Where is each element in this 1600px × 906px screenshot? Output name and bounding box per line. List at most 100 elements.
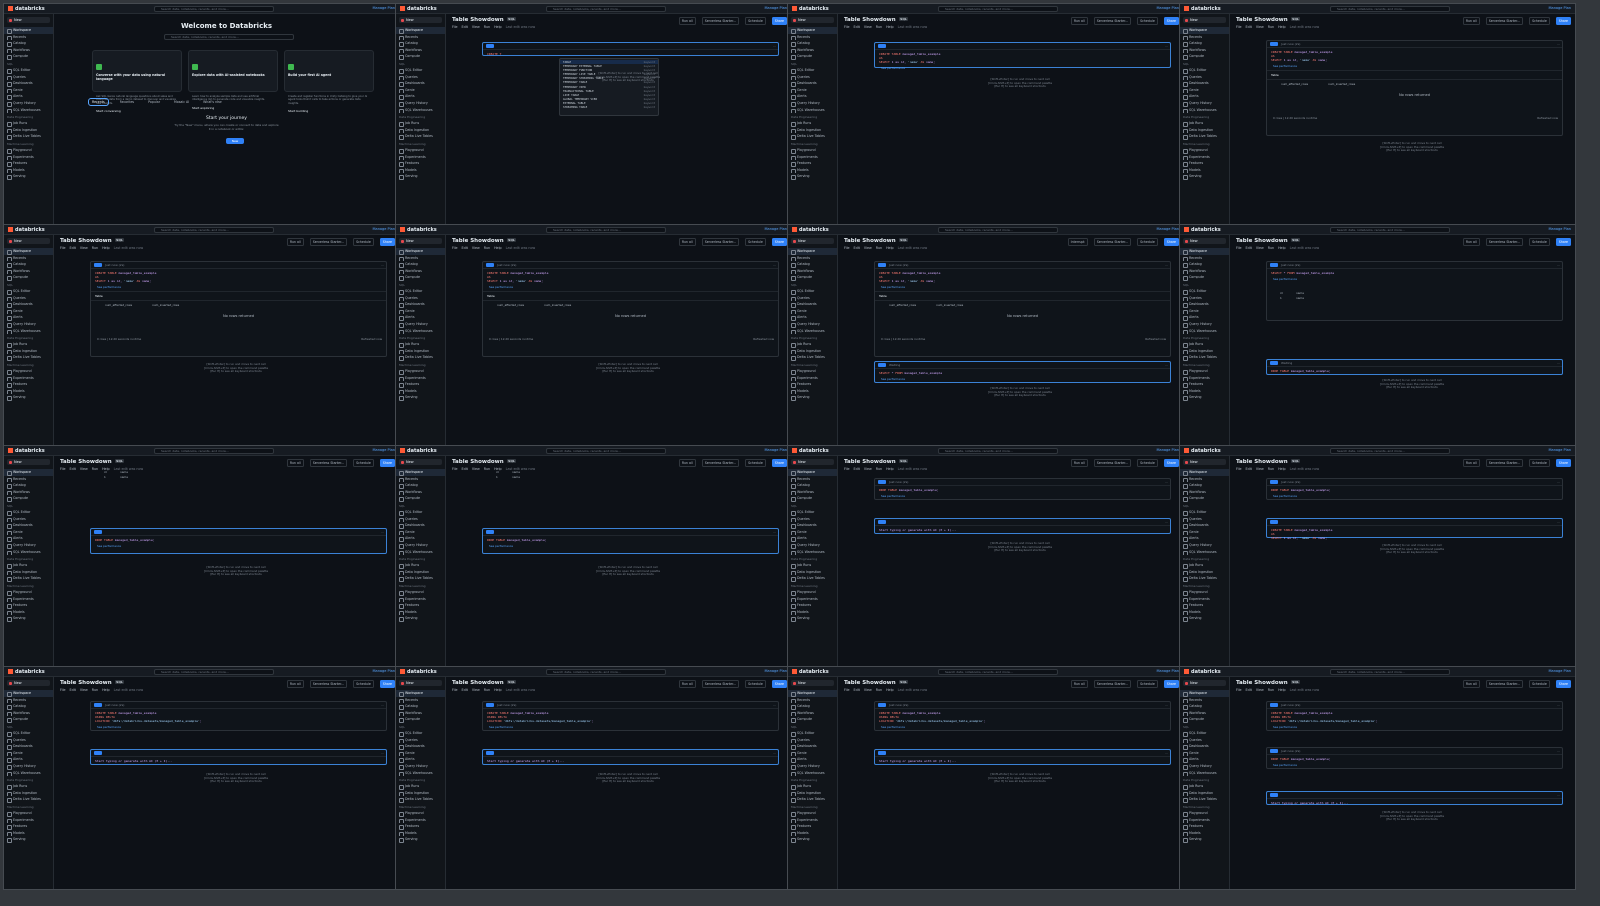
sidebar-item-delta-live-tables[interactable]: Delta Live Tables	[396, 133, 445, 140]
sidebar-item-catalog[interactable]: Catalog	[1180, 703, 1229, 710]
sidebar-item-workflows[interactable]: Workflows	[4, 710, 53, 717]
sidebar-item-compute[interactable]: Compute	[4, 495, 53, 502]
manage-plan-link[interactable]: Manage Plan	[373, 448, 395, 452]
databricks-logo[interactable]: databricks	[1184, 669, 1221, 675]
run-cell-button[interactable]	[94, 529, 102, 534]
menu-run[interactable]: Run	[876, 688, 882, 692]
sidebar-item-workspace[interactable]: Workspace	[788, 248, 837, 255]
toolbar-button-compute[interactable]: Serverless Starter...	[701, 459, 740, 467]
sidebar-item-data-ingestion[interactable]: Data Ingestion	[4, 127, 53, 134]
new-button[interactable]: New	[791, 17, 834, 23]
sidebar-item-queries[interactable]: Queries	[396, 737, 445, 744]
sidebar-item-queries[interactable]: Queries	[1180, 295, 1229, 302]
sidebar-item-models[interactable]: Models	[788, 388, 837, 395]
menu-edit[interactable]: Edit	[854, 246, 860, 250]
notebook-title-text[interactable]: Table Showdown	[844, 238, 896, 244]
result-tab-table[interactable]: Table	[1267, 71, 1562, 80]
manage-plan-link[interactable]: Manage Plan	[1549, 448, 1571, 452]
sidebar-item-data-ingestion[interactable]: Data Ingestion	[788, 348, 837, 355]
sidebar-item-delta-live-tables[interactable]: Delta Live Tables	[396, 575, 445, 582]
cell-code-editor[interactable]: CREATE TABLE managed_table_example AS SE…	[875, 50, 1170, 66]
sidebar-item-catalog[interactable]: Catalog	[1180, 482, 1229, 489]
notebook-title-text[interactable]: Table Showdown	[1236, 238, 1288, 244]
toolbar-button-schedule[interactable]: Schedule	[1529, 680, 1550, 688]
run-cell-button[interactable]	[1270, 702, 1278, 707]
last-edit-label[interactable]: Last edit was now	[114, 688, 144, 692]
language-badge[interactable]: SQL	[114, 459, 125, 463]
run-cell-button[interactable]	[486, 529, 494, 534]
sidebar-item-models[interactable]: Models	[1180, 167, 1229, 174]
sidebar-item-sql-editor[interactable]: SQL Editor	[788, 730, 837, 737]
sidebar-item-experiments[interactable]: Experiments	[788, 375, 837, 382]
new-button[interactable]: New	[791, 680, 834, 686]
last-edit-label[interactable]: Last edit was now	[1290, 25, 1320, 29]
see-performance-link[interactable]: See performance	[91, 544, 386, 550]
sidebar-item-workflows[interactable]: Workflows	[396, 47, 445, 54]
sidebar-item-delta-live-tables[interactable]: Delta Live Tables	[4, 354, 53, 361]
notebook-title[interactable]: Table Showdown SQL	[844, 459, 909, 465]
sidebar-item-models[interactable]: Models	[788, 830, 837, 837]
manage-plan-link[interactable]: Manage Plan	[1549, 669, 1571, 673]
new-button[interactable]: New	[399, 680, 442, 686]
sidebar-item-delta-live-tables[interactable]: Delta Live Tables	[1180, 354, 1229, 361]
notebook-cell[interactable]: Just now (2s) ⋯ CREATE TABLE managed_table…	[874, 701, 1171, 731]
toolbar-button-schedule[interactable]: Schedule	[1137, 238, 1158, 246]
sidebar-item-dashboards[interactable]: Dashboards	[1180, 80, 1229, 87]
toolbar-button-share[interactable]: Share	[1555, 238, 1571, 246]
sidebar-item-dashboards[interactable]: Dashboards	[396, 522, 445, 529]
sidebar-item-experiments[interactable]: Experiments	[1180, 817, 1229, 824]
sidebar-item-sql-warehouses[interactable]: SQL Warehouses	[396, 770, 445, 777]
toolbar-button-run-all[interactable]: Run all	[1070, 17, 1088, 25]
result-column-header[interactable]: num_affected_rows	[497, 303, 524, 307]
menu-run[interactable]: Run	[484, 467, 490, 471]
manage-plan-link[interactable]: Manage Plan	[765, 669, 787, 673]
sidebar-item-recents[interactable]: Recents	[788, 697, 837, 704]
language-badge[interactable]: SQL	[114, 680, 125, 684]
run-cell-button[interactable]	[878, 479, 886, 484]
see-performance-link[interactable]: See performance	[483, 725, 778, 731]
notebook-title[interactable]: Table Showdown SQL	[452, 459, 517, 465]
sidebar-item-serving[interactable]: Serving	[4, 173, 53, 180]
sidebar-item-recents[interactable]: Recents	[788, 255, 837, 262]
notebook-title-text[interactable]: Table Showdown	[60, 459, 112, 465]
sidebar-item-workspace[interactable]: Workspace	[4, 248, 53, 255]
toolbar-button-run-all[interactable]: Run all	[1462, 17, 1480, 25]
sidebar-item-features[interactable]: Features	[4, 160, 53, 167]
result-column-header[interactable]: name	[1296, 291, 1304, 295]
sidebar-item-features[interactable]: Features	[1180, 160, 1229, 167]
run-cell-button[interactable]	[1270, 479, 1278, 484]
sidebar-item-genie[interactable]: Genie	[788, 750, 837, 757]
notebook-cell[interactable]: Just now (2s) ⋯ CREATE TABLE managed_table…	[482, 701, 779, 731]
toolbar-button-share[interactable]: Share	[379, 680, 395, 688]
notebook-title[interactable]: Table Showdown SQL	[452, 17, 517, 23]
sidebar-item-compute[interactable]: Compute	[396, 716, 445, 723]
sidebar-item-features[interactable]: Features	[788, 823, 837, 830]
toolbar-button-compute[interactable]: Serverless Starter...	[1093, 238, 1132, 246]
sidebar-item-experiments[interactable]: Experiments	[396, 375, 445, 382]
sidebar-item-sql-warehouses[interactable]: SQL Warehouses	[1180, 549, 1229, 556]
new-button[interactable]: New	[791, 238, 834, 244]
sidebar-item-experiments[interactable]: Experiments	[1180, 154, 1229, 161]
welcome-tab[interactable]: Popular	[145, 99, 163, 105]
sidebar-item-query-history[interactable]: Query History	[788, 763, 837, 770]
menu-help[interactable]: Help	[102, 688, 110, 692]
notebook-cell[interactable]: ⋯ CREATE T	[482, 42, 779, 56]
run-cell-button[interactable]	[1270, 360, 1278, 365]
toolbar-button-run-all[interactable]: Run all	[678, 680, 696, 688]
language-badge[interactable]: SQL	[898, 680, 909, 684]
sidebar-item-queries[interactable]: Queries	[788, 737, 837, 744]
card-link[interactable]: Start exploring	[192, 106, 274, 110]
new-button[interactable]: New	[399, 238, 442, 244]
language-badge[interactable]: SQL	[898, 459, 909, 463]
toolbar-button-run-all[interactable]: Run all	[286, 680, 304, 688]
sidebar-item-serving[interactable]: Serving	[788, 394, 837, 401]
sidebar-item-dashboards[interactable]: Dashboards	[1180, 301, 1229, 308]
sidebar-item-features[interactable]: Features	[396, 160, 445, 167]
toolbar-button-schedule[interactable]: Schedule	[1529, 459, 1550, 467]
toolbar-button-run-all[interactable]: Run all	[1462, 680, 1480, 688]
result-tab-table[interactable]: Table	[91, 292, 386, 301]
sidebar-item-query-history[interactable]: Query History	[1180, 321, 1229, 328]
sidebar-item-features[interactable]: Features	[4, 602, 53, 609]
toolbar-button-schedule[interactable]: Schedule	[353, 459, 374, 467]
sidebar-item-sql-editor[interactable]: SQL Editor	[396, 288, 445, 295]
